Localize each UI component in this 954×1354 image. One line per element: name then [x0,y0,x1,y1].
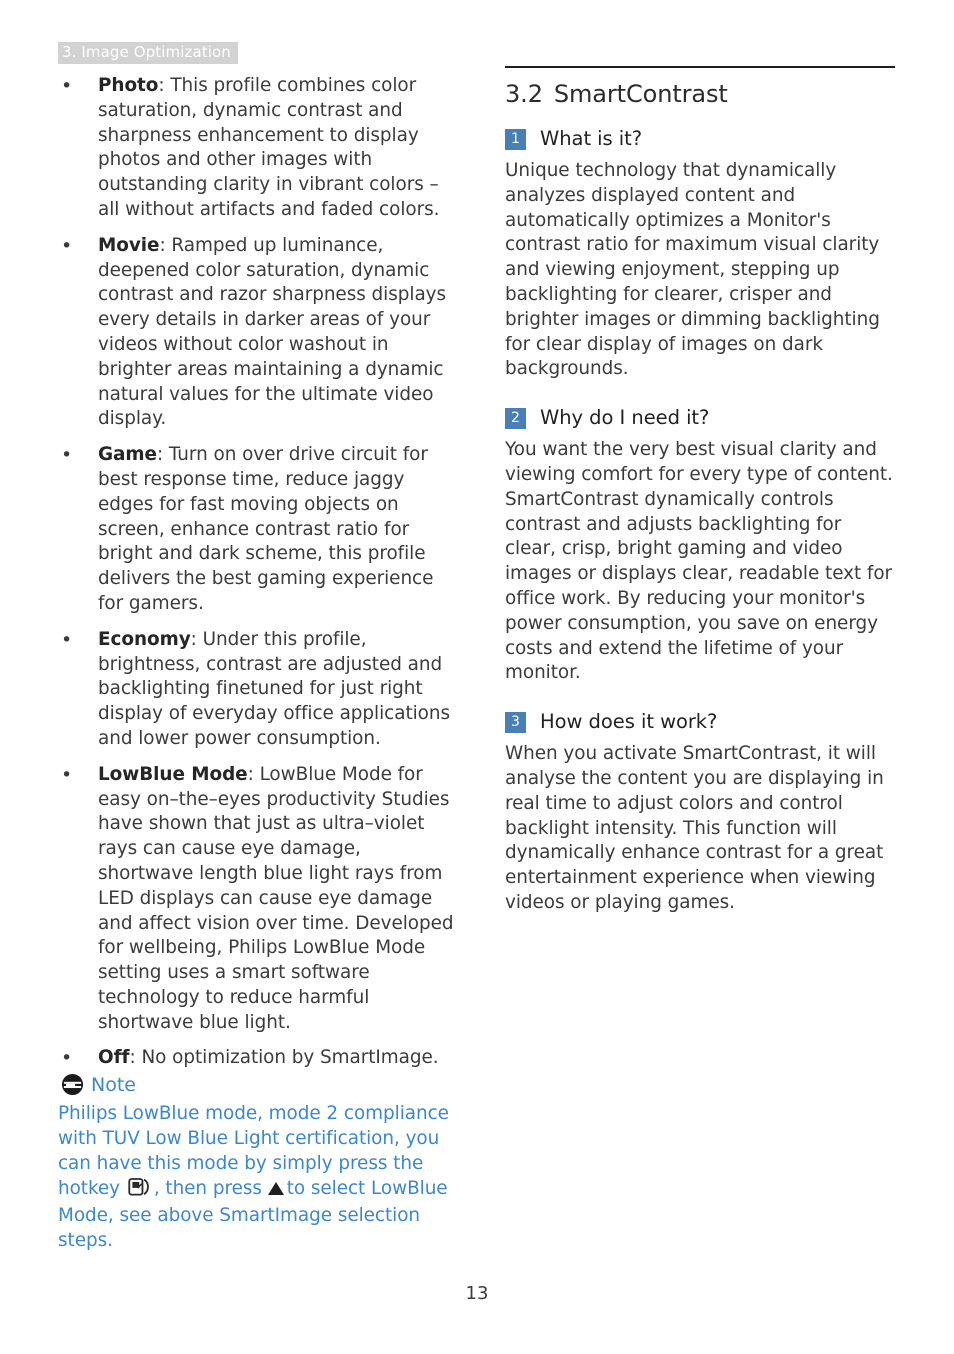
page-body: • Photo: This profile combines color sat… [0,0,954,1354]
list-item-text: Off: No optimization by SmartImage. [98,1046,458,1071]
bullet-marker: • [61,75,73,97]
section-title-text: SmartContrast [553,80,728,108]
qa-heading: 2 Why do I need it? [505,404,897,431]
list-item-separator: : [159,234,172,256]
section-divider [505,66,895,68]
list-item-body: No optimization by SmartImage. [141,1047,439,1069]
list-item-term: Off [98,1047,130,1069]
list-item-separator: : [156,444,169,466]
qa-answer: Unique technology that dynamically analy… [505,160,880,380]
list-item-term: Movie [98,234,160,256]
status-badge: 3 [505,712,526,734]
list-item-text: LowBlue Mode: LowBlue Mode for easy on–t… [98,763,458,1036]
list-item: • LowBlue Mode: LowBlue Mode for easy on… [58,763,458,1036]
list-item-text: Game: Turn on over drive circuit for bes… [98,443,458,617]
list-item-body: Turn on over drive circuit for best resp… [98,444,434,614]
qa-heading: 3 How does it work? [505,708,897,735]
qa-heading: 1 What is it? [505,125,897,152]
bullet-marker: • [61,763,73,786]
list-item: • Off: No optimization by SmartImage. [58,1046,458,1071]
list-item-separator: : [129,1047,142,1069]
bullet-marker: • [61,444,73,467]
list-item-body: This profile combines color saturation, … [98,75,440,220]
list-item-term: Economy [98,628,191,650]
triangle-up-icon [267,1181,284,1195]
qa-question: What is it? [540,127,643,150]
smartimage-hotkey-icon [128,1177,152,1205]
section-heading: 3.2 SmartContrast [505,79,897,109]
page-number: 13 [465,1283,489,1304]
right-column: 3.2 SmartContrast 1 What is it? Unique t… [505,66,897,916]
status-badge: 2 [505,408,526,430]
qa-question: Why do I need it? [540,406,710,430]
list-item-body: LowBlue Mode for easy on–the–eyes produc… [98,763,454,1033]
note-body: Philips LowBlue mode, mode 2 compliance … [58,1102,458,1254]
bullet-marker: • [61,1047,73,1070]
note-heading: Note [58,1073,458,1096]
list-item: • Economy: Under this profile, brightnes… [58,628,458,752]
qa-question: How does it work? [540,710,718,734]
status-badge: 1 [505,129,526,150]
bullet-marker: • [61,628,73,651]
list-item-separator: : [247,763,260,785]
list-item-separator: : [190,628,203,650]
left-column: • Photo: This profile combines color sat… [58,74,458,1254]
list-item-text: Movie: Ramped up luminance, deepened col… [98,234,458,432]
list-item-body: Ramped up luminance, deepened color satu… [98,234,447,430]
note-label: Note [91,1073,136,1096]
list-item: • Photo: This profile combines color sat… [58,74,458,223]
list-item: • Game: Turn on over drive circuit for b… [58,443,458,617]
list-item-term: Photo [98,75,159,96]
list-item-term: LowBlue Mode [98,763,248,785]
bullet-marker: • [61,234,73,257]
note-text-part-2: , then press [153,1177,262,1199]
list-item-text: Economy: Under this profile, brightness,… [98,628,458,752]
note-icon [61,1073,84,1096]
list-item-term: Game [98,444,157,466]
qa-answer: You want the very best visual clarity an… [505,439,893,684]
list-item-text: Photo: This profile combines color satur… [98,74,458,223]
list-item: • Movie: Ramped up luminance, deepened c… [58,234,458,432]
qa-answer: When you activate SmartContrast, it will… [505,743,884,913]
list-item-separator: : [158,75,171,96]
section-number: 3.2 [505,80,543,108]
